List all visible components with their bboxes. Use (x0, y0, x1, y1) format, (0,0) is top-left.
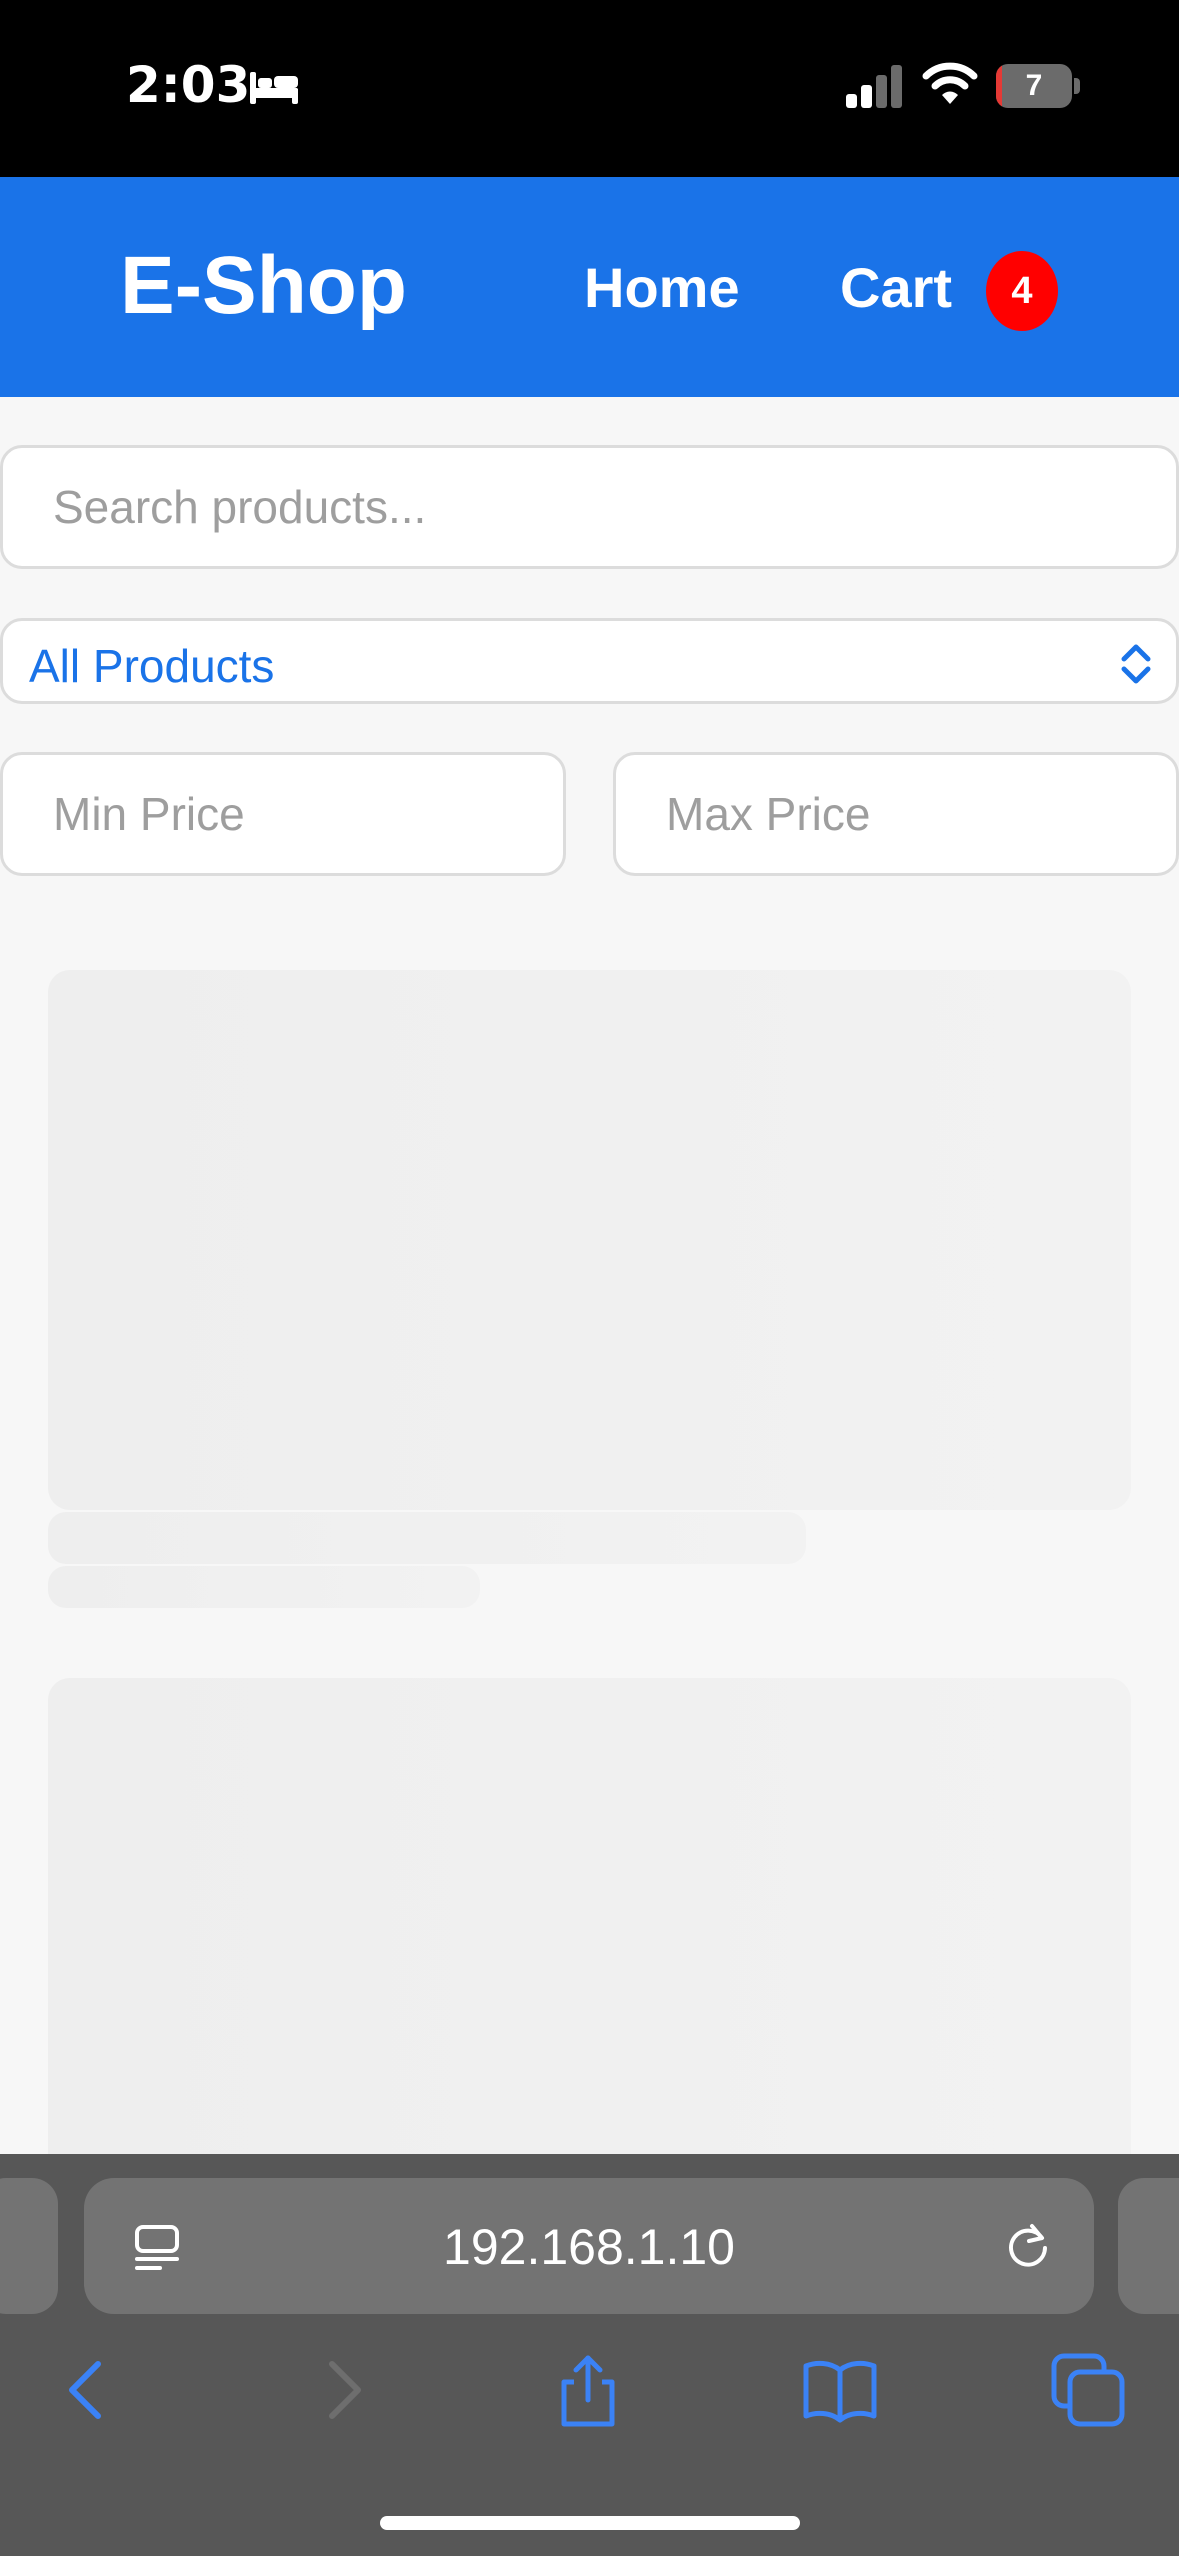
skeleton-product-image (48, 1678, 1131, 2218)
battery-cap (1074, 78, 1080, 94)
browser-toolbar: 192.168.1.10 (0, 2154, 1179, 2556)
signal-icon (846, 65, 902, 108)
previous-tab-preview[interactable] (0, 2178, 58, 2314)
brand-logo[interactable]: E-Shop (120, 239, 407, 333)
nav-cart-link[interactable]: Cart (840, 255, 952, 320)
next-tab-preview[interactable] (1118, 2178, 1179, 2314)
category-select[interactable]: All Products (0, 618, 1179, 704)
chevron-up-down-icon (1121, 644, 1151, 684)
skeleton-product-price (48, 1566, 480, 1608)
status-bar: 2:03 7 (0, 0, 1179, 177)
wifi-icon (922, 62, 978, 104)
navbar: E-Shop Home Cart 4 (0, 177, 1179, 397)
bookmarks-icon[interactable] (802, 2352, 878, 2428)
home-indicator (380, 2516, 800, 2530)
forward-icon[interactable] (304, 2352, 380, 2428)
min-price-input[interactable] (0, 752, 566, 876)
back-icon[interactable] (50, 2352, 126, 2428)
battery-icon: 7 (996, 64, 1080, 108)
address-bar[interactable]: 192.168.1.10 (84, 2178, 1094, 2314)
status-time: 2:03 (126, 56, 251, 114)
bed-icon (250, 72, 298, 104)
category-select-value: All Products (29, 640, 275, 692)
skeleton-product-title (48, 1512, 806, 1564)
battery-body: 7 (996, 64, 1072, 108)
reload-icon[interactable] (1002, 2220, 1054, 2272)
tabs-icon[interactable] (1050, 2352, 1126, 2428)
cart-count-badge[interactable]: 4 (986, 251, 1058, 331)
share-icon[interactable] (550, 2352, 626, 2428)
battery-level: 7 (1025, 69, 1043, 102)
max-price-input[interactable] (613, 752, 1179, 876)
skeleton-product-image (48, 970, 1131, 1510)
search-input[interactable] (0, 445, 1179, 569)
nav-home-link[interactable]: Home (584, 255, 740, 320)
url-text: 192.168.1.10 (443, 2219, 735, 2275)
